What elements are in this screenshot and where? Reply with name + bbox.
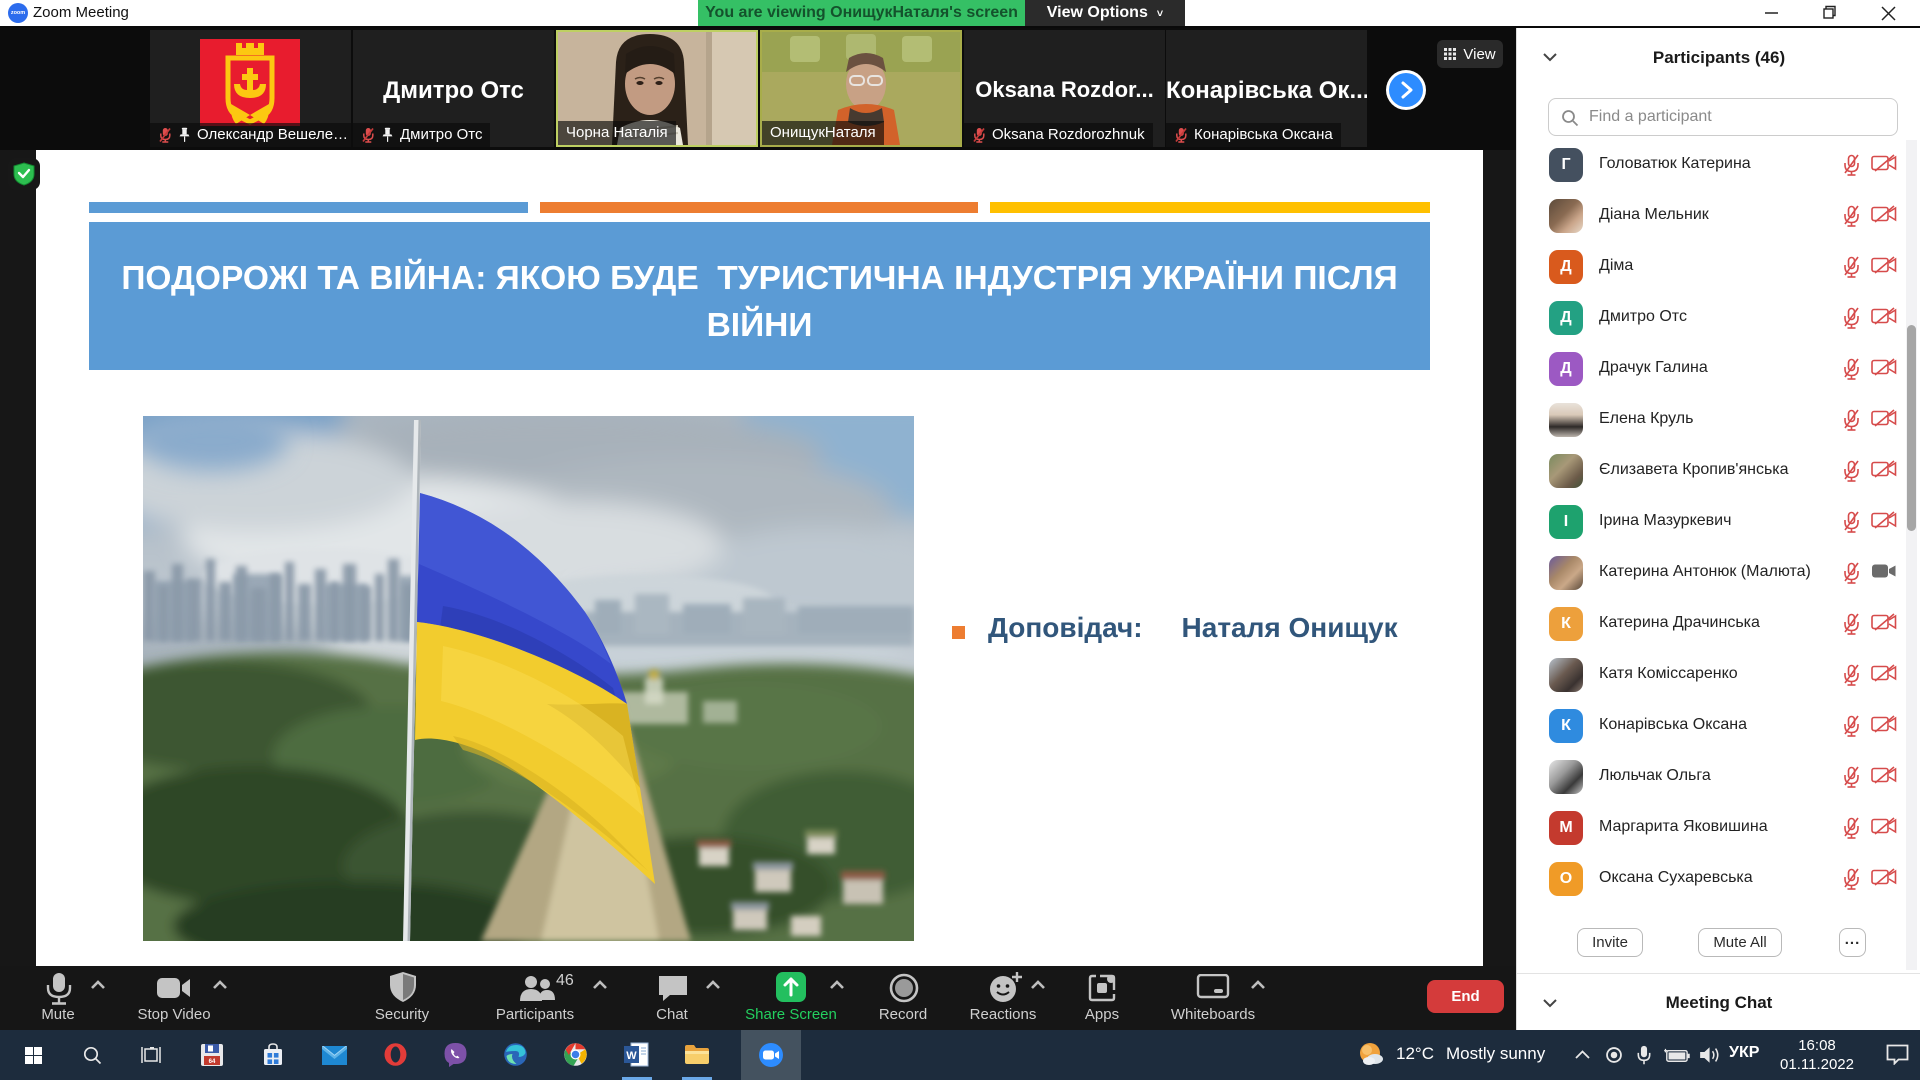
svg-text:W: W — [626, 1050, 637, 1062]
svg-text:64: 64 — [209, 1059, 216, 1065]
